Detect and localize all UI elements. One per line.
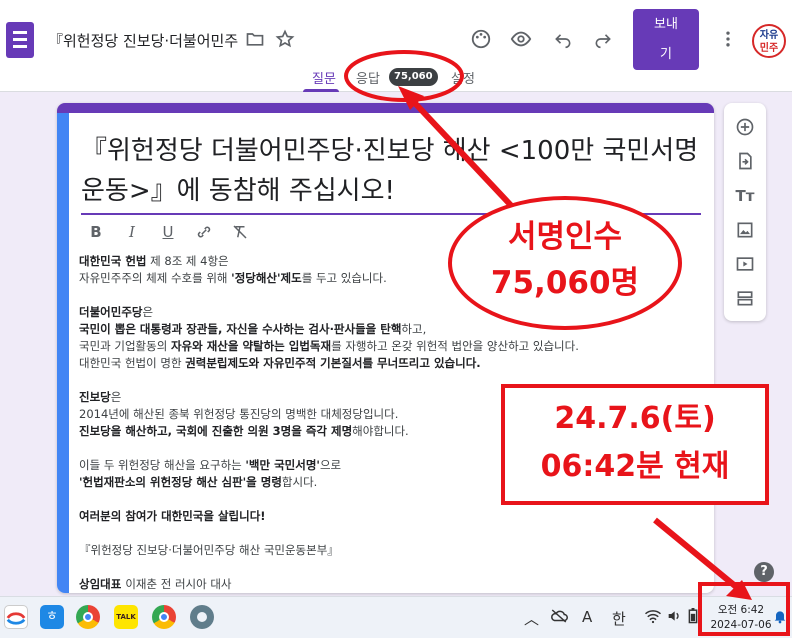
description-text: 『위헌정당 진보당·더불어민주당 해산 국민운동본부』	[79, 543, 339, 557]
description-text: 은	[142, 305, 154, 319]
account-avatar[interactable]: 자유 민주	[752, 24, 786, 58]
volume-icon[interactable]	[666, 608, 682, 628]
floating-toolbar: Tт	[724, 103, 766, 321]
description-line: 대한민국 헌법이 명한 권력분립제도와 자유민주적 기본질서를 무너뜨리고 있습…	[79, 355, 699, 372]
signature-count-label: 서명인수 75,060명	[448, 214, 682, 306]
tab-questions[interactable]: 질문	[312, 68, 336, 87]
clear-formatting-icon[interactable]	[231, 223, 249, 241]
description-text: 합시다.	[281, 475, 318, 489]
top-bar: 『위헌정당 진보당·더불어민주 보내 기 자유 민주 질문 응답 75,060 …	[0, 0, 792, 92]
avatar-text-bottom: 민주	[759, 43, 779, 54]
description-line: 여러분의 참여가 대한민국을 살립니다!	[79, 508, 699, 525]
chrome-profile-icon[interactable]	[152, 605, 176, 629]
bold-icon[interactable]: B	[87, 223, 105, 241]
wifi-icon[interactable]	[644, 608, 662, 628]
description-text: 자유민주주의 체제 수호를 위해	[79, 271, 232, 285]
tray-chevron-up-icon[interactable]: ︿	[524, 608, 539, 629]
description-line: 상임대표 이재춘 전 러시아 대사	[79, 576, 699, 593]
description-text: 은	[110, 390, 122, 404]
description-blank-line	[79, 559, 699, 576]
undo-icon[interactable]	[548, 24, 578, 54]
description-text: 자유와 재산을 약탈하는 입법독재	[170, 339, 332, 353]
link-icon[interactable]	[195, 223, 213, 241]
help-icon[interactable]: ?	[754, 562, 774, 582]
avatar-text-top: 자유	[759, 30, 779, 41]
send-button-label-line1: 보내	[654, 17, 678, 32]
signature-count-line1: 서명인수	[507, 219, 623, 255]
clock-highlight-box	[698, 582, 790, 636]
description-text: 하고,	[401, 322, 427, 336]
description-text: 대한민국 헌법	[79, 254, 147, 268]
description-text: 를 자행하고 온갖 위헌적 법안을 양산하고 있습니다.	[331, 339, 579, 353]
response-count-badge: 75,060	[389, 68, 438, 86]
description-text: 진보당	[79, 390, 111, 404]
chrome-icon[interactable]	[76, 605, 100, 629]
start-app-icon[interactable]	[4, 605, 28, 629]
preview-eye-icon[interactable]	[506, 24, 536, 54]
more-vert-icon[interactable]	[713, 24, 743, 54]
palette-icon[interactable]	[466, 24, 496, 54]
description-line: 『위헌정당 진보당·더불어민주당 해산 국민운동본부』	[79, 542, 699, 559]
description-text: 권력분립제도와 자유민주적 기본질서를 무너뜨리고 있습니다.	[185, 356, 481, 370]
description-text: 이재춘 전 러시아 대사	[125, 577, 232, 591]
active-tab-indicator	[303, 89, 339, 92]
description-text: 으로	[319, 458, 342, 472]
description-text: 국민이 뽑은 대통령과 장관들, 자신을 수사하는 검사·판사들을 탄핵	[79, 322, 402, 336]
add-video-icon[interactable]	[733, 252, 757, 276]
description-text: 상임대표	[79, 577, 126, 591]
description-text: 진보당을 해산하고, 국회에 진출한 의원 3명을 즉각 제명	[79, 424, 353, 438]
description-text: '헌법재판소의 위헌정당 해산 심판'을 명령	[79, 475, 282, 489]
description-text: 대한민국 헌법이 명한	[79, 356, 186, 370]
ime-language-label[interactable]: 한	[612, 608, 626, 629]
description-text: 2014년에 해산된 종북 위헌정당 통진당의 명백한 대체정당입니다.	[79, 407, 399, 421]
description-text: 를 두고 있습니다.	[301, 271, 387, 285]
onedrive-cloud-icon[interactable]	[550, 608, 568, 628]
description-text: 제 8조 제 4항은	[146, 254, 229, 268]
signature-count-line2: 75,060명	[490, 265, 640, 301]
description-text: 여러분의 참여가 대한민국을 살립니다!	[79, 509, 266, 523]
redo-icon[interactable]	[588, 24, 618, 54]
add-image-icon[interactable]	[733, 218, 757, 242]
add-section-icon[interactable]	[733, 286, 757, 310]
description-text: '백만 국민서명'	[245, 458, 320, 472]
card-selection-bar	[57, 113, 69, 593]
settings-gear-icon[interactable]	[190, 605, 214, 629]
google-forms-logo-icon[interactable]	[6, 22, 34, 58]
description-blank-line	[79, 525, 699, 542]
windows-taskbar: ㅎ TALK ︿ A 한 오전 6:42 2024-07-06	[0, 596, 792, 638]
hangul-app-icon[interactable]: ㅎ	[40, 605, 64, 629]
star-icon[interactable]	[270, 24, 300, 54]
document-title[interactable]: 『위헌정당 진보당·더불어민주	[48, 30, 240, 51]
description-line: 국민과 기업활동의 자유와 재산을 약탈하는 입법독재를 자행하고 온갖 위헌적…	[79, 338, 699, 355]
add-title-icon[interactable]: Tт	[733, 184, 757, 208]
ime-mode-label[interactable]: A	[582, 608, 592, 626]
send-button[interactable]: 보내 기	[633, 9, 699, 70]
date-annotation-line1: 24.7.6(토)	[554, 401, 716, 436]
italic-icon[interactable]: I	[123, 223, 141, 241]
add-question-icon[interactable]	[733, 115, 757, 139]
tab-responses[interactable]: 응답	[356, 68, 380, 87]
description-text: 해야합니다.	[352, 424, 409, 438]
format-toolbar: B I U	[87, 223, 249, 241]
description-text: 더불어민주당	[79, 305, 143, 319]
date-annotation-label: 24.7.6(토) 06:42분 현재	[501, 395, 769, 491]
description-text: 이들 두 위헌정당 해산을 요구하는	[79, 458, 246, 472]
import-questions-icon[interactable]	[733, 149, 757, 173]
form-header-card[interactable]: 『위헌정당 더불어민주당·진보당 해산 <100만 국민서명운동>』에 동참해 …	[57, 103, 714, 593]
tab-settings[interactable]: 설정	[451, 68, 475, 87]
description-text: '정당해산'제도	[231, 271, 302, 285]
kakaotalk-icon[interactable]: TALK	[114, 605, 138, 629]
description-text: 국민과 기업활동의	[79, 339, 171, 353]
folder-icon[interactable]	[240, 24, 270, 54]
underline-icon[interactable]: U	[159, 223, 177, 241]
date-annotation-line2: 06:42분 현재	[540, 449, 730, 484]
send-button-label-line2: 기	[660, 47, 672, 62]
